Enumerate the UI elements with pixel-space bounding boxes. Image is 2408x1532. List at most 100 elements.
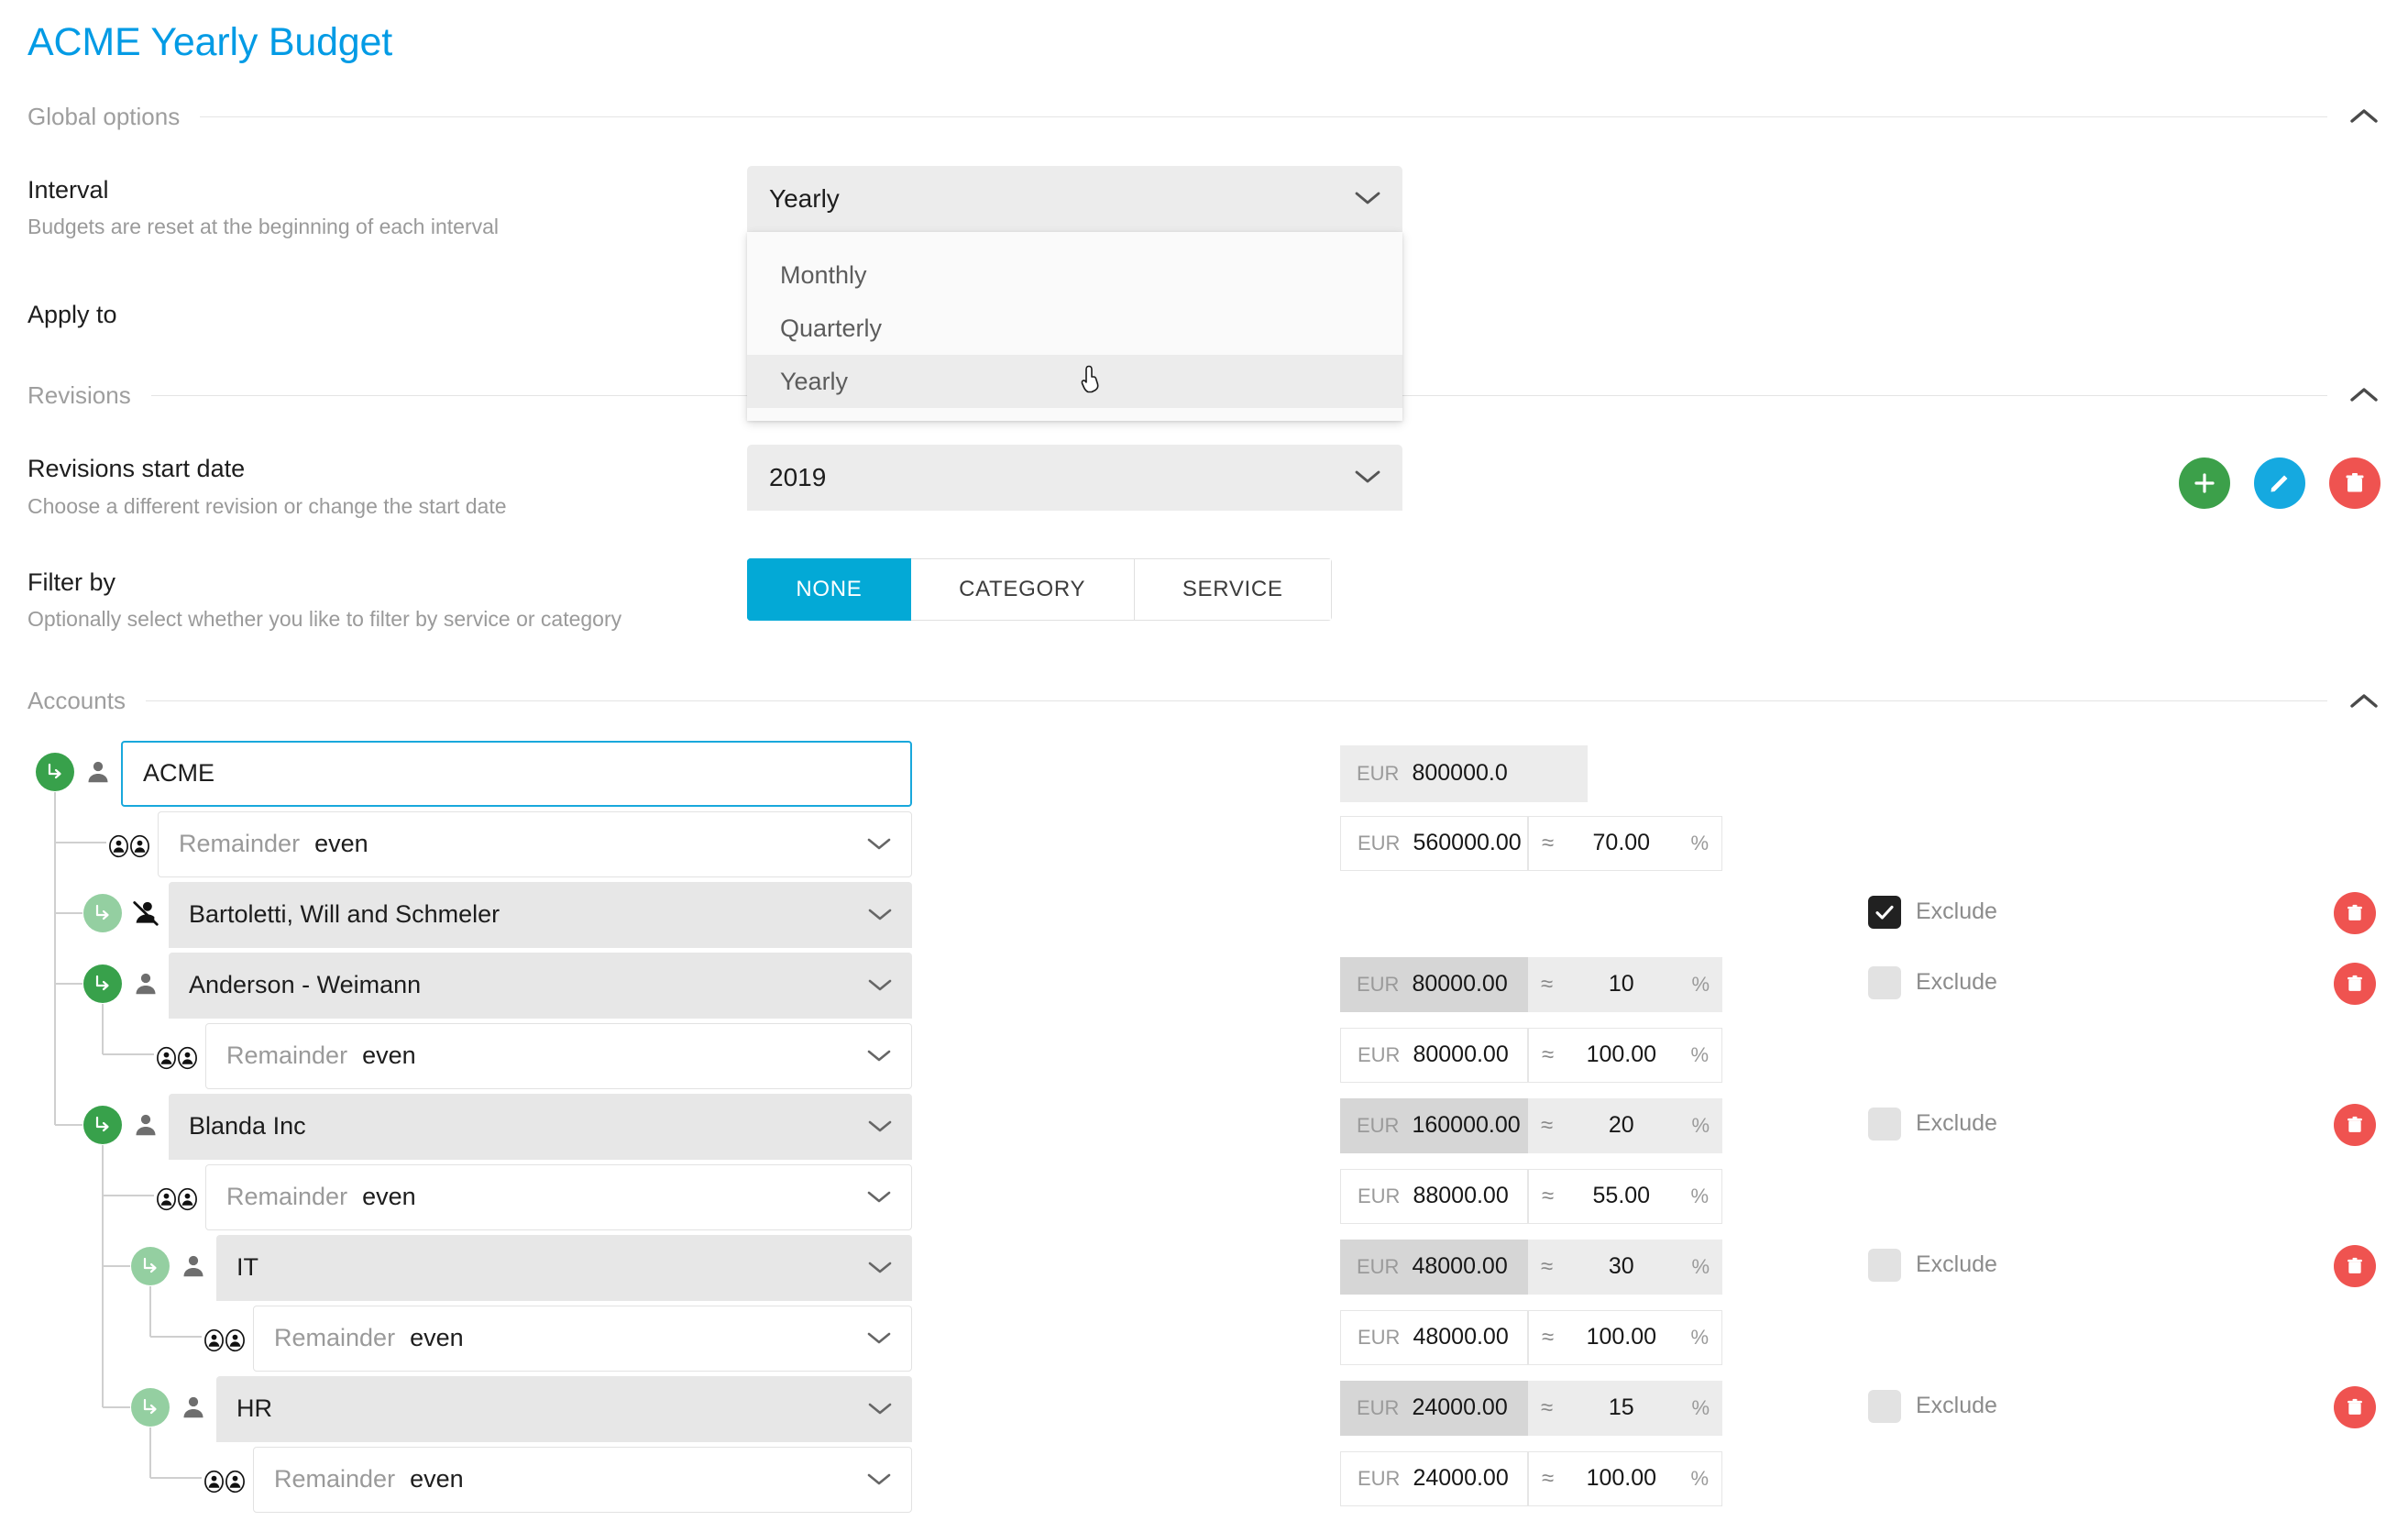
chevron-up-icon[interactable]: [2348, 685, 2381, 718]
remainder-label: Remainder: [226, 1183, 348, 1211]
account-name-input[interactable]: IT: [216, 1234, 912, 1301]
amount-input[interactable]: EUR 24000.00: [1340, 1380, 1528, 1436]
amount-input[interactable]: EUR 80000.00: [1340, 956, 1528, 1012]
remainder-select[interactable]: Remainder even: [205, 1163, 912, 1230]
chevron-down-icon: [868, 1256, 892, 1280]
remainder-select[interactable]: Remainder even: [205, 1022, 912, 1089]
exclude-checkbox[interactable]: Exclude: [1868, 1248, 1997, 1282]
remainder-row: Remainder even EUR 24000.00 ≈100.00%: [27, 1444, 2381, 1515]
remainder-select[interactable]: Remainder even: [253, 1305, 912, 1372]
exclude-checkbox[interactable]: Exclude: [1868, 1389, 1997, 1423]
amount-input[interactable]: EUR 48000.00: [1340, 1239, 1528, 1295]
percent-input[interactable]: ≈30%: [1528, 1239, 1722, 1295]
chevron-up-icon[interactable]: [2348, 379, 2381, 412]
percent-input[interactable]: ≈10%: [1528, 956, 1722, 1012]
amount-value: 88000.00: [1413, 1183, 1509, 1209]
interval-select[interactable]: Yearly: [747, 166, 1402, 232]
remainder-row: Remainder even EUR 48000.00 ≈100.00%: [27, 1303, 2381, 1373]
edit-revision-button[interactable]: [2254, 457, 2305, 510]
interval-dropdown-menu[interactable]: Monthly Quarterly Yearly: [747, 232, 1402, 421]
account-name-input[interactable]: HR: [216, 1375, 912, 1442]
remainder-select[interactable]: Remainder even: [253, 1446, 912, 1513]
percent-symbol: %: [1690, 1466, 1709, 1490]
currency-label: EUR: [1358, 1325, 1401, 1349]
approx-icon: ≈: [1542, 1183, 1555, 1208]
exclude-label: Exclude: [1916, 1110, 1997, 1137]
chevron-down-icon: [868, 1397, 892, 1421]
chevron-up-icon[interactable]: [2348, 100, 2381, 133]
amount-value: 24000.00: [1412, 1394, 1508, 1421]
account-row: Blanda Inc EUR 160000.00 ≈20% Exclude: [27, 1091, 2381, 1162]
account-name-value: HR: [236, 1394, 272, 1423]
amount-input[interactable]: EUR 80000.00: [1340, 1027, 1528, 1083]
currency-label: EUR: [1357, 1395, 1400, 1419]
amount-input[interactable]: EUR 800000.0: [1340, 744, 1588, 802]
amount-value: 800000.0: [1412, 760, 1508, 787]
chevron-down-icon: [1355, 187, 1380, 211]
delete-account-button[interactable]: [2334, 962, 2376, 1005]
percent-input[interactable]: ≈70.00%: [1528, 815, 1722, 871]
person-icon: [130, 1109, 161, 1141]
account-name-value: ACME: [143, 759, 215, 788]
account-row: ACME EUR 800000.0: [27, 738, 2381, 809]
chevron-down-icon: [867, 1185, 891, 1209]
revisions-start-date-label: Revisions start date: [27, 455, 246, 483]
amount-input[interactable]: EUR 560000.00: [1340, 815, 1528, 871]
delete-account-button[interactable]: [2334, 1385, 2376, 1428]
percent-input[interactable]: ≈100.00%: [1528, 1309, 1722, 1365]
section-header-accounts: Accounts: [27, 685, 2381, 718]
exclude-checkbox[interactable]: Exclude: [1868, 965, 1997, 999]
revision-select[interactable]: 2019: [747, 445, 1402, 512]
account-name-input[interactable]: ACME: [121, 740, 912, 807]
amount-input[interactable]: EUR 160000.00: [1340, 1097, 1528, 1153]
interval-option-monthly[interactable]: Monthly: [747, 248, 1402, 302]
checkbox-unchecked-icon: [1868, 1248, 1901, 1282]
percent-input[interactable]: ≈15%: [1528, 1380, 1722, 1436]
chevron-down-icon: [868, 974, 892, 997]
amount-input[interactable]: EUR 48000.00: [1340, 1309, 1528, 1365]
delete-account-button[interactable]: [2334, 1244, 2376, 1287]
percent-input[interactable]: ≈100.00%: [1528, 1027, 1722, 1083]
account-name-input[interactable]: Blanda Inc: [169, 1093, 912, 1160]
person-icon: [178, 1251, 209, 1282]
chevron-down-icon: [1355, 466, 1380, 490]
currency-label: EUR: [1357, 761, 1400, 785]
delete-account-button[interactable]: [2334, 891, 2376, 934]
exclude-checkbox[interactable]: Exclude: [1868, 1107, 1997, 1141]
delete-revision-button[interactable]: [2329, 457, 2381, 510]
person-off-icon: [130, 898, 161, 929]
percent-symbol: %: [1691, 1395, 1710, 1419]
filter-option-category[interactable]: CATEGORY: [910, 558, 1135, 621]
remainder-label: Remainder: [274, 1465, 396, 1493]
person-icon: [130, 968, 161, 999]
accounts-tree: ACME EUR 800000.0 Remainder even EUR 560000.00…: [27, 738, 2381, 1524]
remainder-select[interactable]: Remainder even: [158, 810, 912, 877]
percent-symbol: %: [1691, 972, 1710, 996]
account-name-input[interactable]: Bartoletti, Will and Schmeler: [169, 881, 912, 948]
currency-label: EUR: [1357, 972, 1400, 996]
account-row: IT EUR 48000.00 ≈30% Exclude: [27, 1232, 2381, 1303]
approx-icon: ≈: [1542, 1042, 1555, 1067]
filter-option-none[interactable]: NONE: [747, 558, 911, 621]
approx-icon: ≈: [1542, 1465, 1555, 1491]
remainder-value: even: [362, 1183, 416, 1211]
interval-option-quarterly[interactable]: Quarterly: [747, 302, 1402, 355]
amount-input[interactable]: EUR 88000.00: [1340, 1168, 1528, 1224]
amount-value: 560000.00: [1413, 830, 1522, 856]
account-name-input[interactable]: Anderson - Weimann: [169, 952, 912, 1019]
exclude-checkbox[interactable]: Exclude: [1868, 895, 1997, 929]
checkbox-unchecked-icon: [1868, 1389, 1901, 1423]
percent-input[interactable]: ≈20%: [1528, 1097, 1722, 1153]
account-name-value: IT: [236, 1253, 258, 1282]
percent-input[interactable]: ≈100.00%: [1528, 1450, 1722, 1506]
delete-account-button[interactable]: [2334, 1103, 2376, 1146]
approx-icon: ≈: [1541, 1112, 1554, 1138]
percent-input[interactable]: ≈55.00%: [1528, 1168, 1722, 1224]
filter-option-service[interactable]: SERVICE: [1134, 558, 1332, 621]
interval-option-yearly[interactable]: Yearly: [747, 355, 1402, 408]
amount-input[interactable]: EUR 24000.00: [1340, 1450, 1528, 1506]
section-header-global-options: Global options: [27, 100, 2381, 133]
group-icon: [156, 1184, 198, 1215]
checkbox-checked-icon: [1868, 895, 1901, 929]
add-revision-button[interactable]: [2179, 457, 2230, 510]
